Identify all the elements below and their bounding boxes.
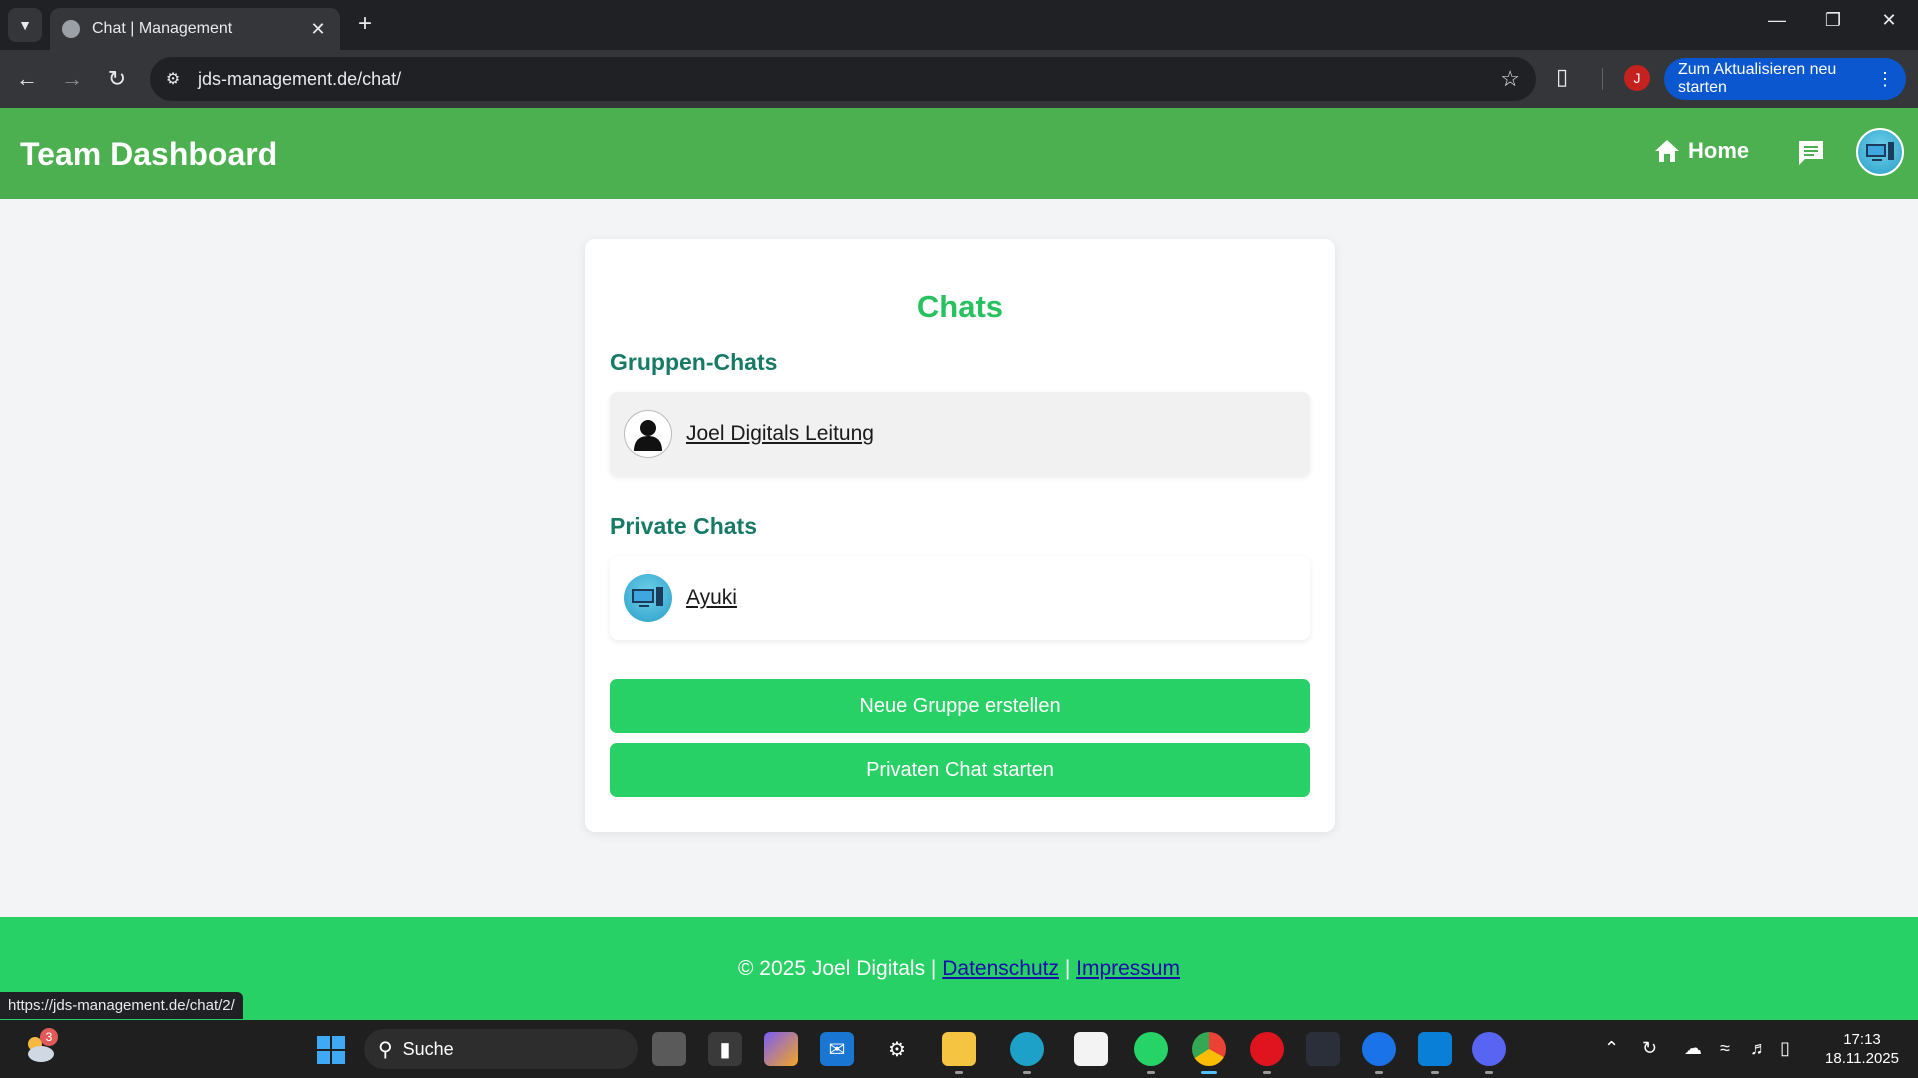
bookmark-star-icon[interactable]: ☆ — [1500, 66, 1520, 92]
chat-icon[interactable] — [1796, 138, 1826, 168]
forward-icon[interactable]: → — [57, 64, 87, 94]
app-running-indicator — [1485, 1071, 1493, 1074]
browser-tab[interactable]: Chat | Management ✕ — [50, 8, 340, 50]
browser-toolbar: ← → ↻ ⚙ jds-management.de/chat/ ☆ ▯ J Zu… — [0, 50, 1918, 108]
computer-avatar-icon — [632, 587, 663, 607]
globe-icon — [62, 20, 80, 38]
search-icon: ⚲ — [378, 1038, 393, 1061]
update-restart-label: Zum Aktualisieren neu starten — [1678, 61, 1837, 96]
mail-icon[interactable]: ✉ — [820, 1032, 854, 1066]
close-tab-icon[interactable]: ✕ — [306, 19, 330, 40]
user-avatar[interactable] — [1856, 128, 1904, 176]
app-running-indicator — [1431, 1071, 1439, 1074]
volume-icon[interactable]: ♬ — [1750, 1038, 1768, 1059]
address-bar[interactable]: ⚙ jds-management.de/chat/ ☆ — [150, 57, 1536, 101]
whatsapp-icon[interactable] — [1134, 1032, 1168, 1066]
tab-search-dropdown-icon[interactable]: ▼ — [8, 8, 42, 42]
group-chats-heading: Gruppen-Chats — [610, 349, 778, 375]
windows-start-icon[interactable] — [316, 1035, 346, 1065]
app-running-indicator — [1023, 1071, 1031, 1074]
chrome-icon[interactable] — [1192, 1032, 1226, 1066]
private-chat-name[interactable]: Ayuki — [686, 586, 737, 610]
vscode-icon[interactable] — [1418, 1032, 1452, 1066]
discord-icon[interactable] — [1472, 1032, 1506, 1066]
brand-title[interactable]: Team Dashboard — [20, 136, 277, 173]
app-running-indicator — [1263, 1071, 1271, 1074]
browser-tab-bar: ▼ Chat | Management ✕ + — ❐ ✕ — [0, 0, 1918, 50]
copyright-text: © 2025 Joel Digitals — [738, 957, 926, 980]
taskbar-search-label: Suche — [402, 1038, 454, 1059]
app-running-indicator — [955, 1071, 963, 1074]
restore-icon[interactable]: ❐ — [1818, 10, 1848, 31]
file-explorer-icon[interactable] — [942, 1032, 976, 1066]
edge-browser-icon[interactable] — [1010, 1032, 1044, 1066]
reload-icon[interactable]: ↻ — [102, 64, 132, 94]
taskbar-clock[interactable]: 17:13 18.11.2025 — [1812, 1030, 1912, 1068]
wifi-icon[interactable]: ≈ — [1720, 1038, 1730, 1059]
clock-time: 17:13 — [1843, 1031, 1881, 1048]
back-icon[interactable]: ← — [12, 64, 42, 94]
clock-date: 18.11.2025 — [1825, 1050, 1899, 1067]
app-running-indicator — [1375, 1071, 1383, 1074]
home-link[interactable]: Home — [1654, 138, 1749, 164]
more-menu-icon[interactable]: ⋮ — [1876, 69, 1894, 90]
minimize-icon[interactable]: — — [1762, 10, 1792, 31]
task-view-icon[interactable] — [652, 1032, 686, 1066]
site-settings-icon[interactable]: ⚙ — [162, 68, 184, 90]
group-chat-avatar — [624, 410, 672, 458]
microsoft-store-icon[interactable] — [1074, 1032, 1108, 1066]
private-chat-avatar — [624, 574, 672, 622]
footer-separator: | — [930, 957, 937, 980]
private-chats-heading: Private Chats — [610, 513, 758, 539]
settings-gear-icon[interactable]: ⚙ — [880, 1032, 914, 1066]
toolbar-divider — [1602, 68, 1603, 90]
site-header: Team Dashboard Home — [0, 108, 1918, 199]
footer-text: © 2025 Joel Digitals | Datenschutz | Imp… — [0, 957, 1918, 981]
new-group-button[interactable]: Neue Gruppe erstellen — [610, 679, 1310, 733]
home-icon — [1655, 140, 1679, 162]
close-window-icon[interactable]: ✕ — [1874, 10, 1904, 31]
home-label: Home — [1688, 138, 1750, 163]
imprint-link[interactable]: Impressum — [1076, 957, 1180, 980]
tab-title: Chat | Management — [92, 20, 233, 37]
url-text: jds-management.de/chat/ — [198, 68, 402, 89]
opera-icon[interactable] — [1250, 1032, 1284, 1066]
computer-avatar-icon — [1866, 142, 1894, 161]
microphone-app-icon[interactable]: ▮ — [708, 1032, 742, 1066]
maps-pin-icon[interactable] — [1362, 1032, 1396, 1066]
privacy-link[interactable]: Datenschutz — [942, 957, 1059, 980]
app-active-indicator — [1201, 1071, 1217, 1074]
site-footer: © 2025 Joel Digitals | Datenschutz | Imp… — [0, 917, 1918, 1020]
group-chat-item[interactable]: Joel Digitals Leitung — [610, 392, 1310, 476]
terminal-app-icon[interactable] — [1306, 1032, 1340, 1066]
chats-title: Chats — [916, 289, 1004, 324]
windows-taskbar: 3 ⚲ Suche ▮ ✉ ⚙ ⌃ ↻ ☁ ≈ ♬ ▯ 17:13 18.11.… — [0, 1020, 1918, 1078]
battery-icon[interactable]: ▯ — [1780, 1038, 1790, 1059]
status-bar-url: https://jds-management.de/chat/2/ — [0, 992, 243, 1019]
update-restart-button[interactable]: Zum Aktualisieren neu starten ⋮ — [1664, 58, 1906, 100]
app-running-indicator — [1147, 1071, 1155, 1074]
person-silhouette-icon — [634, 420, 662, 451]
footer-separator: | — [1064, 957, 1071, 980]
profile-avatar[interactable]: J — [1624, 65, 1650, 91]
taskbar-search[interactable]: ⚲ Suche — [364, 1029, 638, 1069]
sync-icon[interactable]: ↻ — [1642, 1038, 1657, 1059]
new-tab-icon[interactable]: + — [352, 12, 378, 38]
cloud-offline-icon[interactable]: ☁ — [1684, 1038, 1702, 1059]
start-private-chat-button[interactable]: Privaten Chat starten — [610, 743, 1310, 797]
copilot-icon[interactable] — [764, 1032, 798, 1066]
weather-badge: 3 — [40, 1028, 58, 1046]
private-chat-item[interactable]: Ayuki — [610, 556, 1310, 640]
extensions-icon[interactable]: ▯ — [1556, 64, 1568, 90]
group-chat-name[interactable]: Joel Digitals Leitung — [686, 422, 874, 446]
chats-card: Chats Gruppen-Chats Joel Digitals Leitun… — [585, 239, 1335, 832]
tray-chevron-up-icon[interactable]: ⌃ — [1604, 1038, 1619, 1059]
